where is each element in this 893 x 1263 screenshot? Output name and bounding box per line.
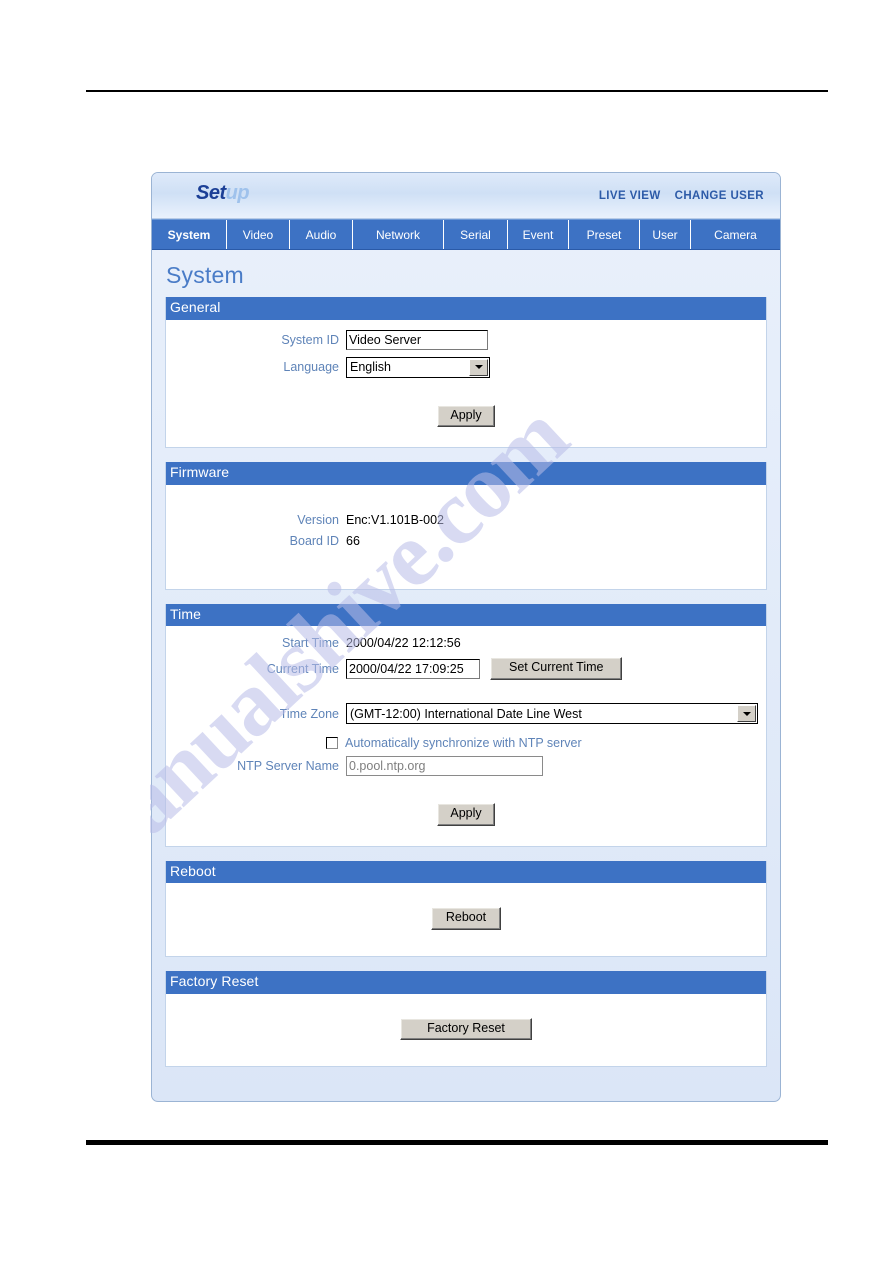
system-id-input[interactable] — [346, 329, 488, 350]
row-version: Version Enc:V1.101B-002 — [166, 513, 766, 527]
current-time-input[interactable] — [346, 658, 480, 679]
app-body: System General System ID Language Englis… — [152, 250, 780, 1102]
panel-factory-reset: Factory Reset Factory Reset — [165, 971, 767, 1068]
set-current-time-button[interactable]: Set Current Time — [490, 657, 623, 680]
general-apply-button[interactable]: Apply — [437, 404, 495, 428]
version-value: Enc:V1.101B-002 — [346, 512, 444, 527]
tab-system[interactable]: System — [152, 220, 227, 249]
change-user-link[interactable]: CHANGE USER — [675, 190, 764, 202]
chevron-down-icon[interactable] — [737, 705, 756, 722]
row-current-time: Current Time Set Current Time — [166, 657, 766, 680]
row-ntp-server: NTP Server Name — [166, 756, 766, 776]
language-select[interactable]: English — [346, 356, 490, 378]
time-apply-wrap: Apply — [166, 803, 766, 826]
row-start-time: Start Time 2000/04/22 12:12:56 — [166, 636, 766, 650]
chevron-down-icon[interactable] — [469, 358, 488, 376]
main-tabbar: System Video Audio Network Serial Event … — [152, 219, 780, 250]
panel-general: General System ID Language English Apply — [165, 297, 767, 449]
panel-factory-reset-body: Factory Reset — [166, 993, 766, 1067]
general-apply-wrap: Apply — [166, 404, 766, 428]
app-header: Setup LIVE VIEW CHANGE USER — [152, 173, 780, 219]
setup-window: Setup LIVE VIEW CHANGE USER System Video … — [151, 172, 781, 1102]
tab-audio[interactable]: Audio — [290, 220, 353, 249]
start-time-value: 2000/04/22 12:12:56 — [346, 636, 461, 651]
time-zone-select[interactable]: (GMT-12:00) International Date Line West — [346, 703, 758, 724]
tab-serial[interactable]: Serial — [444, 220, 508, 249]
reboot-button[interactable]: Reboot — [430, 907, 502, 930]
panel-firmware-body: Version Enc:V1.101B-002 Board ID 66 — [166, 484, 766, 589]
panel-time: Time Start Time 2000/04/22 12:12:56 Curr… — [165, 603, 767, 847]
system-id-label: System ID — [281, 332, 339, 347]
panel-firmware: Firmware Version Enc:V1.101B-002 Board I… — [165, 462, 767, 590]
setup-logo-bold: Set — [196, 182, 226, 204]
factory-reset-button-wrap: Factory Reset — [166, 1017, 766, 1041]
panel-time-body: Start Time 2000/04/22 12:12:56 Current T… — [166, 626, 766, 846]
setup-logo: Setup — [196, 182, 250, 205]
time-apply-button[interactable]: Apply — [437, 803, 495, 826]
ntp-server-label: NTP Server Name — [237, 759, 339, 773]
panel-reboot-header: Reboot — [166, 860, 766, 884]
ntp-sync-label: Automatically synchronize with NTP serve… — [345, 736, 582, 750]
start-time-label: Start Time — [282, 636, 339, 651]
header-links: LIVE VIEW CHANGE USER — [599, 190, 764, 202]
time-zone-select-value: (GMT-12:00) International Date Line West — [350, 706, 582, 721]
page-rule-top — [86, 90, 828, 92]
time-zone-label: Time Zone — [279, 706, 339, 721]
panel-time-header: Time — [166, 603, 766, 627]
row-time-zone: Time Zone (GMT-12:00) International Date… — [166, 703, 766, 724]
panel-factory-reset-header: Factory Reset — [166, 971, 766, 994]
board-id-label: Board ID — [289, 533, 339, 548]
row-ntp-sync: Automatically synchronize with NTP serve… — [166, 736, 766, 750]
row-board-id: Board ID 66 — [166, 534, 766, 548]
tab-preset[interactable]: Preset — [569, 220, 640, 249]
live-view-link[interactable]: LIVE VIEW — [599, 190, 661, 202]
tab-user[interactable]: User — [640, 220, 691, 249]
reboot-button-wrap: Reboot — [166, 907, 766, 930]
setup-logo-light: up — [225, 182, 250, 204]
version-label: Version — [297, 512, 339, 527]
factory-reset-button[interactable]: Factory Reset — [400, 1017, 532, 1041]
language-label: Language — [283, 360, 339, 374]
tab-event[interactable]: Event — [508, 220, 569, 249]
row-language: Language English — [166, 356, 766, 378]
tab-network[interactable]: Network — [353, 220, 444, 249]
panel-general-header: General — [166, 297, 766, 320]
ntp-server-input[interactable] — [346, 756, 543, 776]
board-id-value: 66 — [346, 533, 360, 548]
page-rule-bottom — [86, 1140, 828, 1145]
current-time-label: Current Time — [266, 661, 339, 676]
row-system-id: System ID — [166, 329, 766, 350]
ntp-sync-checkbox[interactable] — [326, 737, 338, 749]
panel-reboot: Reboot Reboot — [165, 860, 767, 957]
panel-firmware-header: Firmware — [166, 462, 766, 485]
tab-camera[interactable]: Camera — [691, 220, 780, 249]
panel-reboot-body: Reboot — [166, 883, 766, 956]
tab-video[interactable]: Video — [227, 220, 290, 249]
page-title: System — [166, 262, 244, 288]
language-select-value: English — [350, 360, 391, 374]
panel-general-body: System ID Language English Apply — [166, 319, 766, 448]
